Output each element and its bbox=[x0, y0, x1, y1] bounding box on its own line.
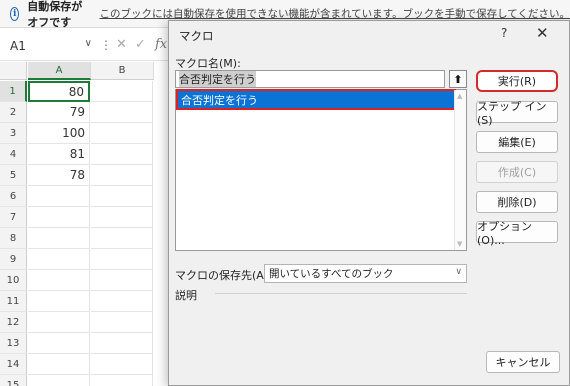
row-header[interactable]: 10 bbox=[0, 270, 27, 291]
cell-b1[interactable] bbox=[91, 81, 153, 102]
step-into-button[interactable]: ステップ イン(S) bbox=[476, 100, 558, 127]
row-header[interactable]: 3 bbox=[0, 123, 27, 144]
row-header[interactable]: 1 bbox=[0, 81, 27, 102]
macro-list-item[interactable]: 合否判定を行う bbox=[176, 89, 456, 110]
row-header[interactable]: 4 bbox=[0, 144, 27, 165]
autosave-off-title: 自動保存がオフです bbox=[27, 0, 83, 29]
macro-name-value: 合否判定を行う bbox=[179, 71, 256, 87]
enter-icon[interactable]: ✓ bbox=[135, 37, 146, 52]
options-button[interactable]: オプション(O)... bbox=[476, 220, 558, 247]
cell-b9[interactable] bbox=[91, 249, 153, 270]
name-box-value: A1 bbox=[10, 39, 26, 53]
cell-b5[interactable] bbox=[91, 165, 153, 186]
cell-b15[interactable] bbox=[91, 375, 153, 386]
macro-list[interactable]: 合否判定を行う ▲ ▼ bbox=[175, 89, 467, 251]
more-options-icon[interactable]: ⋮ bbox=[100, 38, 112, 52]
cell-a12[interactable] bbox=[28, 312, 90, 333]
cell-a10[interactable] bbox=[28, 270, 90, 291]
delete-button[interactable]: 削除(D) bbox=[476, 191, 558, 213]
row-header[interactable]: 6 bbox=[0, 186, 27, 207]
cell-b8[interactable] bbox=[91, 228, 153, 249]
cell-a14[interactable] bbox=[28, 354, 90, 375]
run-button[interactable]: 実行(R) bbox=[476, 70, 558, 92]
cell-b12[interactable] bbox=[91, 312, 153, 333]
row-header[interactable]: 2 bbox=[0, 102, 27, 123]
select-all-corner[interactable] bbox=[0, 62, 27, 80]
cell-b6[interactable] bbox=[91, 186, 153, 207]
chevron-down-icon[interactable]: ∨ bbox=[455, 267, 462, 277]
row-header[interactable]: 11 bbox=[0, 291, 27, 312]
cell-a6[interactable] bbox=[28, 186, 90, 207]
chevron-down-icon[interactable]: ∨ bbox=[85, 38, 92, 49]
info-icon: i bbox=[10, 6, 20, 21]
column-header-a[interactable]: A bbox=[28, 62, 91, 80]
cell-b13[interactable] bbox=[91, 333, 153, 354]
help-icon[interactable]: ? bbox=[501, 26, 507, 40]
close-icon[interactable]: ✕ bbox=[536, 24, 549, 42]
cell-b2[interactable] bbox=[91, 102, 153, 123]
cell-a7[interactable] bbox=[28, 207, 90, 228]
description-label: 説明 bbox=[175, 289, 197, 302]
cell-b11[interactable] bbox=[91, 291, 153, 312]
cell-a13[interactable] bbox=[28, 333, 90, 354]
cell-a5[interactable]: 78 bbox=[28, 165, 90, 186]
cell-b14[interactable] bbox=[91, 354, 153, 375]
row-header[interactable]: 8 bbox=[0, 228, 27, 249]
dialog-title: マクロ bbox=[179, 29, 214, 43]
scroll-down-icon[interactable]: ▼ bbox=[457, 240, 462, 248]
cell-b4[interactable] bbox=[91, 144, 153, 165]
name-box[interactable]: A1 ∨ bbox=[6, 35, 94, 57]
store-in-select[interactable]: 開いているすべてのブック ∨ bbox=[264, 264, 467, 283]
create-button: 作成(C) bbox=[476, 161, 558, 183]
row-header[interactable]: 14 bbox=[0, 354, 27, 375]
scroll-up-icon[interactable]: ▲ bbox=[457, 92, 462, 100]
cell-b7[interactable] bbox=[91, 207, 153, 228]
cell-a2[interactable]: 79 bbox=[28, 102, 90, 123]
row-header[interactable]: 13 bbox=[0, 333, 27, 354]
list-scrollbar[interactable]: ▲ ▼ bbox=[454, 90, 466, 250]
cell-a8[interactable] bbox=[28, 228, 90, 249]
cancel-button[interactable]: キャンセル bbox=[486, 351, 560, 373]
cell-a9[interactable] bbox=[28, 249, 90, 270]
macro-name-label: マクロ名(M): bbox=[175, 57, 241, 70]
row-header[interactable]: 5 bbox=[0, 165, 27, 186]
cell-a4[interactable]: 81 bbox=[28, 144, 90, 165]
row-header[interactable]: 7 bbox=[0, 207, 27, 228]
column-header-b[interactable]: B bbox=[91, 62, 154, 80]
upload-arrow-icon[interactable]: ⬆ bbox=[449, 70, 467, 88]
cell-a3[interactable]: 100 bbox=[28, 123, 90, 144]
autosave-info-link[interactable]: このブックには自動保存を使用できない機能が含まれています。ブックを手動で保存して… bbox=[99, 6, 570, 21]
cell-a11[interactable] bbox=[28, 291, 90, 312]
store-in-value: 開いているすべてのブック bbox=[269, 268, 394, 280]
row-header[interactable]: 15 bbox=[0, 375, 27, 386]
cell-b3[interactable] bbox=[91, 123, 153, 144]
insert-function-icon[interactable]: fx bbox=[155, 37, 167, 52]
cell-a1[interactable]: 80 bbox=[28, 81, 90, 102]
store-in-label: マクロの保存先(A): bbox=[175, 269, 272, 282]
macro-name-input[interactable]: 合否判定を行う bbox=[175, 70, 445, 88]
row-header[interactable]: 9 bbox=[0, 249, 27, 270]
cancel-entry-icon[interactable]: ✕ bbox=[116, 37, 127, 52]
macro-dialog: マクロ ? ✕ マクロ名(M): 合否判定を行う ⬆ 合否判定を行う ▲ ▼ マ… bbox=[168, 20, 570, 386]
cell-a15[interactable] bbox=[28, 375, 90, 386]
description-divider bbox=[215, 293, 467, 294]
cell-b10[interactable] bbox=[91, 270, 153, 291]
row-header[interactable]: 12 bbox=[0, 312, 27, 333]
edit-button[interactable]: 編集(E) bbox=[476, 131, 558, 153]
